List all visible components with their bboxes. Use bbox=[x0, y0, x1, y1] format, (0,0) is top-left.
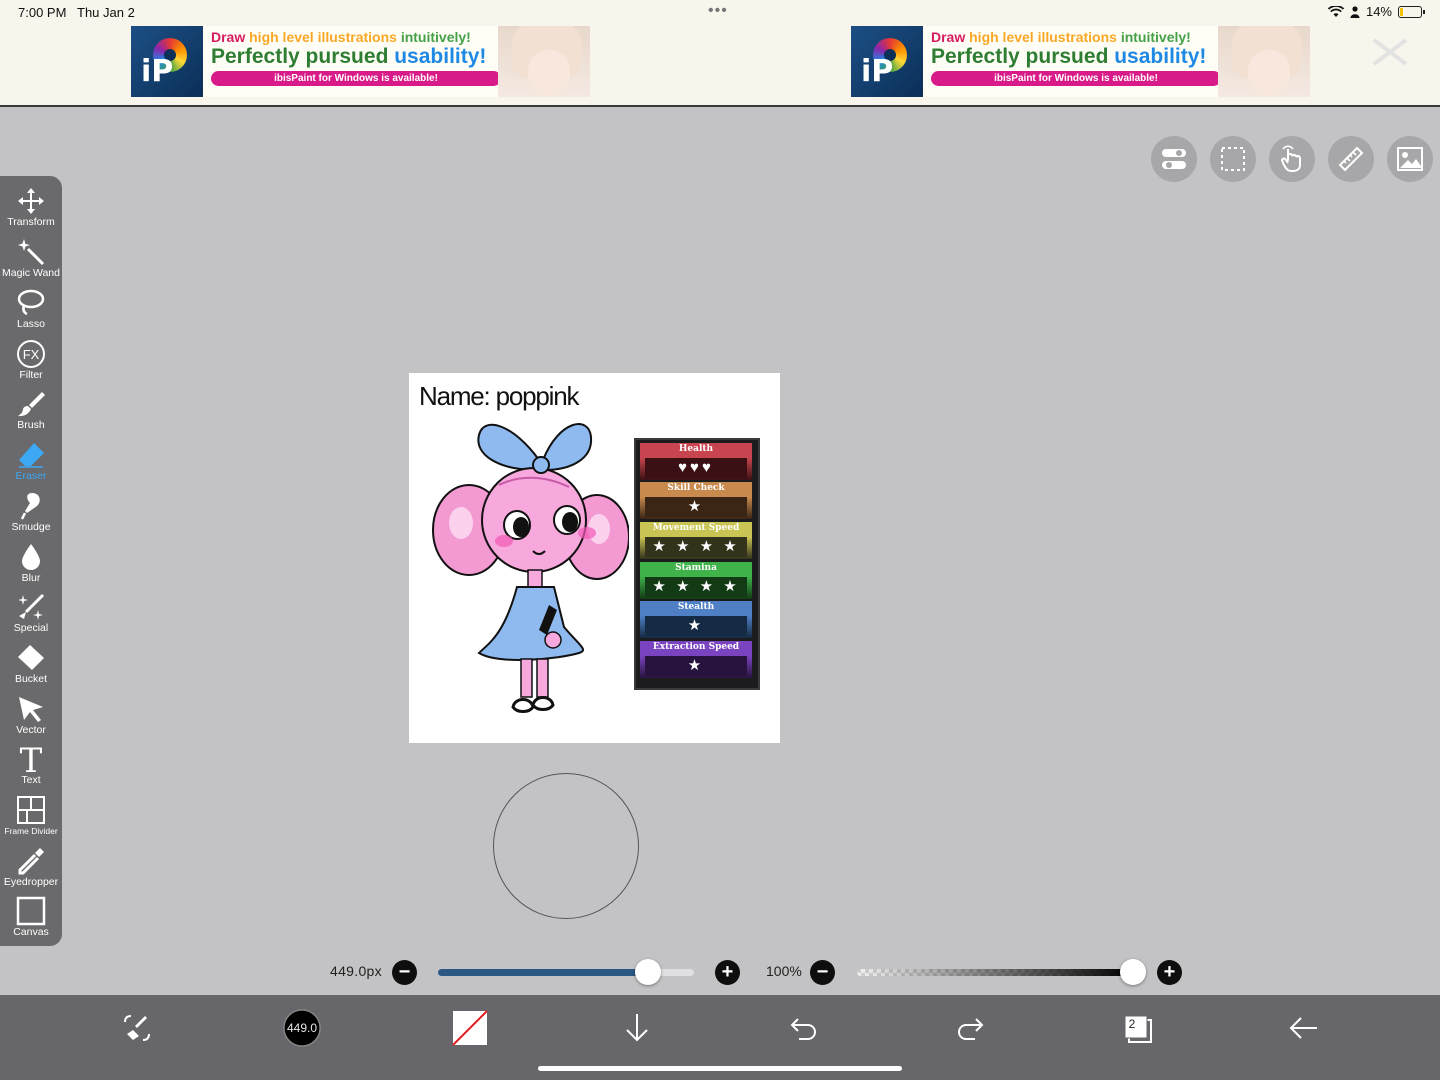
drawing-canvas[interactable]: Name: poppink Health ♥♥♥ Skill Check ★ M… bbox=[409, 373, 780, 743]
ruler-icon bbox=[1338, 146, 1364, 172]
dashed-selection-icon bbox=[1221, 147, 1245, 171]
tool-brush[interactable]: Brush bbox=[0, 387, 62, 437]
blur-drop-icon bbox=[22, 544, 40, 570]
ibispaint-logo: iP bbox=[851, 26, 923, 97]
back-arrow-icon bbox=[1289, 1017, 1317, 1039]
stat-skill-check: Skill Check ★ bbox=[640, 482, 752, 519]
status-indicators: 14% bbox=[1327, 4, 1425, 19]
ad-banner-right[interactable]: iP Draw high level illustrations intuiti… bbox=[851, 26, 1310, 97]
ad-illustration bbox=[498, 26, 590, 97]
color-button[interactable] bbox=[450, 1008, 490, 1048]
back-button[interactable] bbox=[1283, 1008, 1323, 1048]
special-sparkle-icon bbox=[18, 593, 45, 620]
transparent-color-swatch-icon bbox=[452, 1010, 488, 1046]
tool-magic-wand[interactable]: Magic Wand bbox=[0, 235, 62, 285]
selection-button[interactable] bbox=[1210, 136, 1256, 182]
move-arrows-icon bbox=[18, 188, 44, 214]
brush-size-preview bbox=[493, 773, 639, 919]
ibispaint-logo: iP bbox=[131, 26, 203, 97]
stat-stealth: Stealth ★ bbox=[640, 601, 752, 638]
tool-blur[interactable]: Blur bbox=[0, 540, 62, 590]
tool-options-button[interactable] bbox=[617, 1008, 657, 1048]
undo-button[interactable] bbox=[784, 1008, 824, 1048]
frame-divider-icon bbox=[17, 796, 45, 824]
bucket-icon bbox=[18, 645, 44, 670]
brush-eraser-swap-icon bbox=[124, 1015, 150, 1041]
toggles-icon bbox=[1162, 149, 1186, 169]
home-indicator[interactable] bbox=[538, 1066, 902, 1071]
tool-eraser[interactable]: Eraser bbox=[0, 438, 62, 488]
battery-percent: 14% bbox=[1365, 4, 1392, 19]
brush-size-button[interactable]: 449.0 bbox=[282, 1008, 322, 1048]
tool-frame-divider[interactable]: Frame Divider bbox=[0, 793, 62, 843]
stat-movement-speed: Movement Speed ★ ★ ★ ★ bbox=[640, 522, 752, 559]
stats-card: Health ♥♥♥ Skill Check ★ Movement Speed … bbox=[634, 438, 760, 690]
quick-switch-button[interactable] bbox=[117, 1008, 157, 1048]
tool-canvas[interactable]: Canvas bbox=[0, 894, 62, 944]
smudge-icon bbox=[20, 493, 40, 520]
touch-gesture-button[interactable] bbox=[1269, 136, 1315, 182]
eyedropper-icon bbox=[18, 848, 44, 875]
brush-size-label: 449.0px bbox=[330, 963, 382, 979]
redo-icon bbox=[958, 1018, 984, 1040]
tool-smudge[interactable]: Smudge bbox=[0, 489, 62, 539]
lasso-icon bbox=[17, 289, 45, 316]
tool-filter[interactable]: FX Filter bbox=[0, 337, 62, 387]
opacity-increase-button[interactable]: + bbox=[1157, 960, 1182, 985]
toggle-settings-button[interactable] bbox=[1151, 136, 1197, 182]
text-icon: T bbox=[20, 744, 43, 774]
wifi-icon bbox=[1327, 5, 1344, 17]
artwork-name-text: Name: poppink bbox=[419, 381, 579, 411]
redo-button[interactable] bbox=[950, 1008, 990, 1048]
brush-size-slider-knob[interactable] bbox=[634, 959, 661, 985]
layers-button[interactable]: 2 bbox=[1117, 1008, 1157, 1048]
ad-close-icon[interactable] bbox=[1370, 36, 1410, 68]
layers-count: 2 bbox=[1128, 1017, 1136, 1031]
tool-vector[interactable]: Vector bbox=[0, 692, 62, 742]
tool-special[interactable]: Special bbox=[0, 590, 62, 640]
ad-pill: ibisPaint for Windows is available! bbox=[211, 71, 501, 86]
reference-image-button[interactable] bbox=[1387, 136, 1433, 182]
stat-health: Health ♥♥♥ bbox=[640, 443, 752, 480]
tool-eyedropper[interactable]: Eyedropper bbox=[0, 844, 62, 894]
opacity-decrease-button[interactable]: − bbox=[810, 960, 835, 985]
svg-text:T: T bbox=[20, 744, 43, 774]
brush-icon bbox=[18, 392, 45, 417]
vector-cursor-icon bbox=[19, 697, 43, 722]
character-illustration bbox=[432, 423, 629, 713]
tool-sidebar: Transform Magic Wand Lasso FX Filter Bru… bbox=[0, 176, 62, 946]
ad-banner-left[interactable]: iP Draw high level illustrations intuiti… bbox=[131, 26, 590, 97]
stat-extraction-speed: Extraction Speed ★ bbox=[640, 641, 752, 678]
stat-stamina: Stamina ★ ★ ★ ★ ★ bbox=[640, 562, 752, 615]
status-time: 7:00 PM bbox=[18, 5, 67, 20]
size-increase-button[interactable]: + bbox=[715, 960, 740, 985]
image-icon bbox=[1397, 147, 1423, 171]
size-decrease-button[interactable]: − bbox=[392, 960, 417, 985]
ad-pill: ibisPaint for Windows is available! bbox=[931, 71, 1221, 86]
brush-size-badge: 449.0 bbox=[286, 1021, 318, 1035]
tool-transform[interactable]: Transform bbox=[0, 184, 62, 234]
hand-pointer-icon bbox=[1280, 145, 1301, 172]
ruler-button[interactable] bbox=[1328, 136, 1374, 182]
opacity-slider-knob[interactable] bbox=[1120, 959, 1146, 985]
magic-wand-icon bbox=[18, 239, 45, 266]
canvas-icon bbox=[16, 896, 46, 926]
multitasking-dots[interactable]: ••• bbox=[708, 2, 728, 20]
opacity-label: 100% bbox=[766, 963, 802, 979]
fx-icon: FX bbox=[17, 340, 45, 368]
tool-lasso[interactable]: Lasso bbox=[0, 286, 62, 336]
undo-icon bbox=[790, 1018, 816, 1040]
svg-text:FX: FX bbox=[23, 347, 40, 362]
tool-bucket[interactable]: Bucket bbox=[0, 641, 62, 691]
tool-text[interactable]: T Text bbox=[0, 742, 62, 792]
person-icon bbox=[1350, 5, 1360, 18]
ad-illustration bbox=[1218, 26, 1310, 97]
eraser-icon bbox=[19, 443, 44, 468]
status-date: Thu Jan 2 bbox=[77, 5, 135, 20]
opacity-slider[interactable] bbox=[857, 969, 1133, 976]
battery-icon bbox=[1398, 5, 1425, 18]
down-arrow-icon bbox=[626, 1014, 648, 1042]
